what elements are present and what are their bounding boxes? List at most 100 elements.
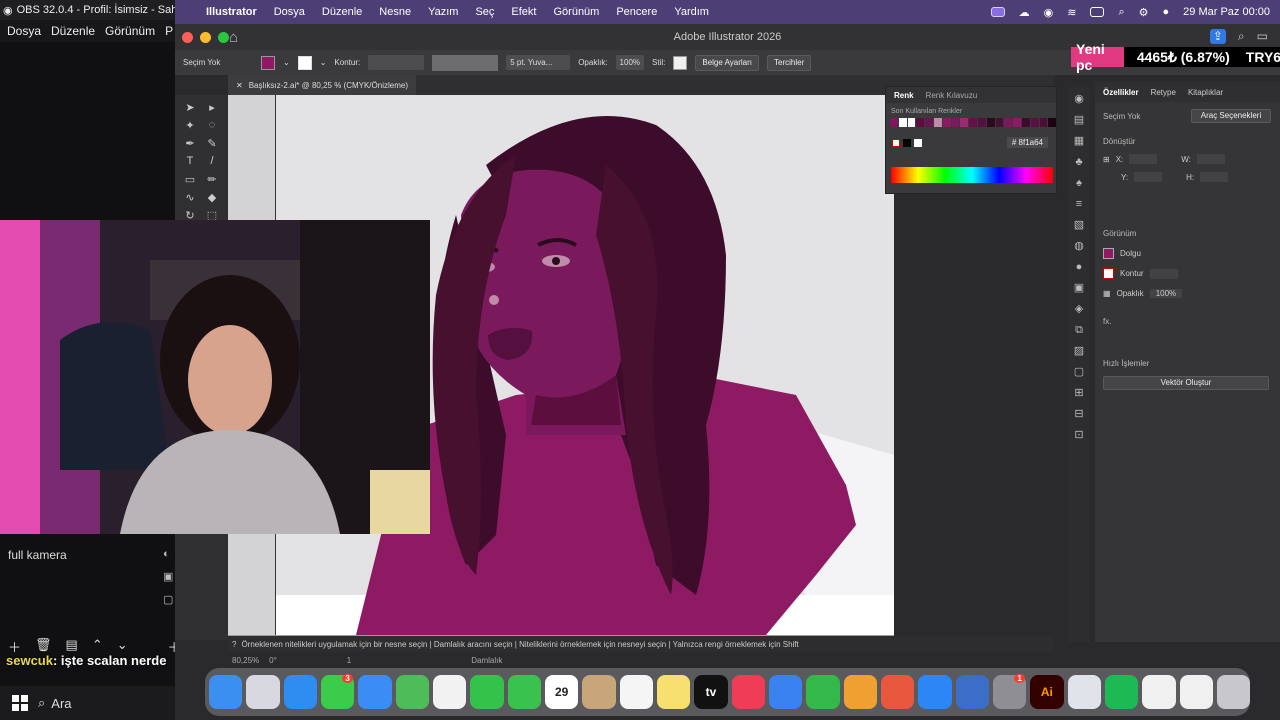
document-tab[interactable]: ✕ Başlıksız-2.ai* @ 80,25 % (CMYK/Önizle… — [228, 75, 416, 95]
rocket-icon[interactable] — [880, 675, 915, 709]
artboard-number[interactable]: 1 — [347, 656, 351, 665]
control-center-icon[interactable]: ⚙ — [1139, 6, 1149, 19]
close-icon[interactable]: ✕ — [236, 81, 243, 90]
menu-effect[interactable]: Efekt — [511, 6, 536, 18]
recent-color-swatch[interactable] — [969, 118, 977, 127]
maps-icon[interactable] — [395, 675, 429, 709]
obs-menu-more[interactable]: P — [165, 24, 173, 38]
graphic-style-swatch[interactable] — [673, 55, 688, 70]
tv-icon[interactable]: tv — [694, 675, 728, 709]
menu-edit[interactable]: Düzenle — [322, 6, 362, 18]
rectangle-tool-icon[interactable]: ▭ — [181, 173, 199, 186]
fill-swatch[interactable] — [261, 55, 275, 70]
illustrator-icon[interactable]: Ai — [1030, 675, 1064, 709]
calendar-icon[interactable]: 29 — [544, 675, 579, 709]
vpn-icon[interactable] — [1067, 675, 1101, 709]
direct-selection-tool-icon[interactable]: ▸ — [203, 101, 221, 114]
none-swatch[interactable] — [892, 138, 900, 147]
brushes-icon[interactable]: ♠ — [1076, 177, 1082, 189]
transform-icon[interactable]: ⊡ — [1074, 429, 1083, 441]
tab-properties[interactable]: Özellikler — [1103, 88, 1139, 97]
menu-select[interactable]: Seç — [475, 6, 494, 18]
stroke-weight-input[interactable] — [1149, 268, 1178, 279]
pen-tool-icon[interactable]: ✒ — [181, 137, 199, 150]
selection-tool-icon[interactable]: ➤ — [181, 101, 199, 114]
spotlight-icon[interactable]: ⌕ — [1118, 6, 1124, 19]
menu-view[interactable]: Görünüm — [553, 6, 599, 18]
brush-definition-select[interactable]: 5 pt. Yuva... — [506, 55, 571, 70]
type-tool-icon[interactable]: T — [181, 155, 199, 167]
obs-menu-file[interactable]: Dosya — [7, 24, 41, 38]
stroke-swatch[interactable] — [297, 55, 312, 70]
chevron-down-icon[interactable]: ⌄ — [283, 58, 290, 67]
recent-color-swatch[interactable] — [942, 118, 951, 127]
vectorize-button[interactable]: Vektör Oluştur — [1103, 376, 1269, 390]
phone-icon[interactable] — [507, 675, 541, 709]
recent-color-swatch[interactable] — [890, 118, 898, 127]
recent-color-swatch[interactable] — [1004, 118, 1013, 127]
music-icon[interactable] — [731, 675, 765, 709]
obs-source-item[interactable]: full kamera — [8, 548, 67, 562]
display-icon[interactable] — [1179, 675, 1213, 709]
recent-color-swatch[interactable] — [951, 118, 960, 127]
chevron-down-icon[interactable]: ⌄ — [320, 58, 327, 67]
zoom-window-button[interactable] — [218, 32, 229, 43]
fx-label[interactable]: fx. — [1103, 317, 1111, 326]
share-icon[interactable]: ⇪ — [1209, 29, 1226, 44]
recent-color-swatch[interactable] — [986, 118, 995, 127]
hex-input[interactable]: # 8f1a64 — [1006, 137, 1048, 148]
launchpad-icon[interactable] — [246, 675, 280, 709]
tab-libraries[interactable]: Kitaplıklar — [1188, 88, 1223, 97]
siri-icon[interactable]: ● — [1163, 6, 1170, 18]
keynote-icon[interactable] — [768, 675, 803, 709]
recent-color-swatch[interactable] — [933, 118, 942, 127]
safari-icon[interactable] — [283, 675, 317, 709]
stroke-color-swatch[interactable] — [1103, 268, 1114, 279]
recent-color-swatch[interactable] — [907, 118, 916, 127]
libraries-icon[interactable]: ▦ — [1074, 135, 1084, 147]
menubar-datetime[interactable]: 29 Mar Paz 00:00 — [1183, 6, 1270, 18]
pathfinder-icon[interactable]: ⊞ — [1074, 387, 1083, 399]
menu-object[interactable]: Nesne — [379, 6, 411, 18]
recent-color-swatch[interactable] — [960, 118, 969, 127]
battery-icon[interactable] — [1090, 7, 1105, 17]
image-trace-icon[interactable]: ▣ — [1074, 282, 1084, 294]
variable-width-profile[interactable] — [432, 54, 499, 71]
transparency-icon[interactable]: ● — [1076, 261, 1083, 273]
shaper-tool-icon[interactable]: ∿ — [181, 191, 199, 204]
close-window-button[interactable] — [182, 32, 193, 43]
recent-color-swatch[interactable] — [1013, 118, 1021, 127]
appearance-icon[interactable]: ◍ — [1074, 240, 1084, 252]
fill-color-swatch[interactable] — [1103, 248, 1114, 259]
white-swatch[interactable] — [914, 138, 922, 147]
line-tool-icon[interactable]: / — [203, 155, 221, 167]
facetime-icon[interactable] — [470, 675, 504, 709]
recent-color-swatch[interactable] — [1048, 118, 1057, 127]
h-input[interactable] — [1200, 172, 1229, 182]
tool-options-button[interactable]: Araç Seçenekleri — [1191, 109, 1271, 123]
menu-window[interactable]: Pencere — [616, 6, 657, 18]
taskbar-search[interactable]: ⌕ Ara — [38, 695, 72, 711]
messages-icon[interactable]: 3 — [320, 673, 355, 709]
y-input[interactable] — [1134, 172, 1163, 182]
record-icon[interactable]: ◉ — [1044, 6, 1054, 19]
curvature-tool-icon[interactable]: ✎ — [203, 137, 221, 150]
x-input[interactable] — [1129, 154, 1158, 164]
magic-wand-tool-icon[interactable]: ✦ — [181, 119, 199, 132]
opacity-field[interactable]: 100% — [615, 55, 645, 70]
home-icon[interactable]: ⌂ — [229, 29, 238, 46]
layers-icon[interactable]: ◈ — [1075, 303, 1083, 315]
app-store-icon[interactable] — [918, 675, 952, 709]
preferences-button[interactable]: Tercihler — [767, 54, 812, 71]
minimize-window-button[interactable] — [200, 32, 211, 43]
tab-retype[interactable]: Retype — [1151, 88, 1176, 97]
document-icon[interactable] — [1142, 675, 1176, 709]
links-icon[interactable]: ⧉ — [1075, 324, 1083, 336]
search-icon[interactable]: ⌕ — [1238, 29, 1245, 44]
document-setup-button[interactable]: Belge Ayarları — [695, 54, 760, 71]
menu-help[interactable]: Yardım — [674, 6, 709, 18]
export-icon[interactable]: ▤ — [1074, 114, 1084, 126]
workspace-icon[interactable]: ▭ — [1257, 29, 1268, 44]
spotify-icon[interactable] — [1104, 675, 1139, 709]
menu-file[interactable]: Dosya — [274, 6, 305, 18]
